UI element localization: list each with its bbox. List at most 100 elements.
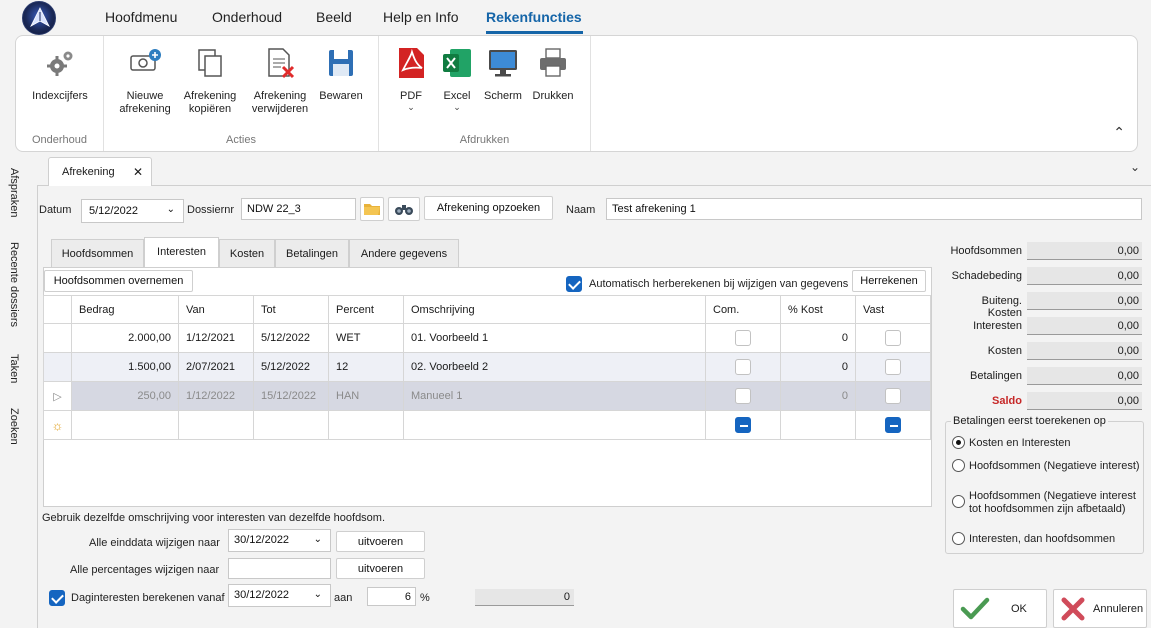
einddata-select[interactable]: 30/12/2022 ⌄ xyxy=(228,529,331,552)
cell-percent[interactable]: 12 xyxy=(328,352,404,382)
cell-kost[interactable] xyxy=(780,410,856,440)
cell-omschrijving[interactable] xyxy=(403,410,706,440)
annuleren-button[interactable]: Annuleren xyxy=(1053,589,1147,628)
table-row-selected[interactable]: ▷ 250,00 1/12/2022 15/12/2022 HAN Manuee… xyxy=(43,381,931,411)
cell-kost[interactable]: 0 xyxy=(780,323,856,353)
chevron-down-icon[interactable]: ⌄ xyxy=(1130,160,1140,174)
vast-checkbox[interactable] xyxy=(885,388,901,404)
auto-herberekenen-checkbox[interactable] xyxy=(566,276,582,292)
sidetab-afspraken[interactable]: Afspraken xyxy=(8,168,20,218)
cell-vast[interactable] xyxy=(855,323,931,353)
table-row[interactable]: 1.500,00 2/07/2021 5/12/2022 12 02. Voor… xyxy=(43,352,931,382)
close-icon[interactable]: ✕ xyxy=(133,165,143,179)
tab-betalingen[interactable]: Betalingen xyxy=(275,239,349,267)
cell-percent[interactable] xyxy=(328,410,404,440)
afrekening-verwijderen-button[interactable]: Afrekening verwijderen xyxy=(247,46,313,116)
vast-checkbox[interactable] xyxy=(885,359,901,375)
sidetab-zoeken[interactable]: Zoeken xyxy=(8,408,20,445)
column-van[interactable]: Van xyxy=(178,295,254,324)
cell-van[interactable]: 1/12/2021 xyxy=(178,323,254,353)
cell-percent[interactable]: HAN xyxy=(328,381,404,411)
cell-omschrijving[interactable]: 01. Voorbeeld 1 xyxy=(403,323,706,353)
cell-van[interactable]: 2/07/2021 xyxy=(178,352,254,382)
collapse-ribbon-icon[interactable]: ⌃ xyxy=(1113,124,1125,141)
daginteresten-select[interactable]: 30/12/2022 ⌄ xyxy=(228,584,331,607)
drukken-button[interactable]: Drukken xyxy=(529,46,577,103)
herrekenen-button[interactable]: Herrekenen xyxy=(852,270,926,292)
percentages-uitvoeren-button[interactable]: uitvoeren xyxy=(336,558,425,579)
cell-tot[interactable]: 5/12/2022 xyxy=(253,352,329,382)
com-checkbox[interactable] xyxy=(735,359,751,375)
cell-com[interactable] xyxy=(705,352,781,382)
table-row[interactable]: 2.000,00 1/12/2021 5/12/2022 WET 01. Voo… xyxy=(43,323,931,353)
document-tab-afrekening[interactable]: Afrekening ✕ xyxy=(48,157,152,186)
aan-field[interactable]: 6 xyxy=(367,587,416,606)
tab-kosten[interactable]: Kosten xyxy=(219,239,275,267)
open-folder-button[interactable] xyxy=(360,197,384,221)
app-logo[interactable] xyxy=(22,1,56,35)
cell-com[interactable] xyxy=(705,381,781,411)
cell-com[interactable] xyxy=(705,323,781,353)
binoculars-button[interactable] xyxy=(388,197,420,221)
cell-tot[interactable] xyxy=(253,410,329,440)
radio-hoofdsommen-negatief[interactable] xyxy=(952,459,965,472)
tab-interesten[interactable]: Interesten xyxy=(144,237,219,268)
cell-omschrijving[interactable]: 02. Voorbeeld 2 xyxy=(403,352,706,382)
dossiernr-field[interactable]: NDW 22_3 xyxy=(241,198,356,220)
cell-tot[interactable]: 5/12/2022 xyxy=(253,323,329,353)
cell-van[interactable] xyxy=(178,410,254,440)
cell-kost[interactable]: 0 xyxy=(780,381,856,411)
cell-bedrag[interactable]: 1.500,00 xyxy=(71,352,179,382)
cell-bedrag[interactable]: 2.000,00 xyxy=(71,323,179,353)
sidetab-taken[interactable]: Taken xyxy=(8,354,20,383)
excel-button[interactable]: Excel ⌄ xyxy=(437,46,477,112)
naam-field[interactable]: Test afrekening 1 xyxy=(606,198,1142,220)
menu-beeld[interactable]: Beeld xyxy=(316,9,352,25)
cell-van[interactable]: 1/12/2022 xyxy=(178,381,254,411)
com-checkbox[interactable] xyxy=(735,417,751,433)
percentages-field[interactable] xyxy=(228,558,331,579)
cell-tot[interactable]: 15/12/2022 xyxy=(253,381,329,411)
ok-button[interactable]: OK xyxy=(953,589,1047,628)
indexcijfers-button[interactable]: Indexcijfers xyxy=(28,46,92,103)
afrekening-kopieren-button[interactable]: Afrekening kopiëren xyxy=(182,46,238,116)
radio-hoofdsommen-afbetaald[interactable] xyxy=(952,495,965,508)
bewaren-button[interactable]: Bewaren xyxy=(316,46,366,103)
radio-interesten-hoofdsommen[interactable] xyxy=(952,532,965,545)
cell-percent[interactable]: WET xyxy=(328,323,404,353)
afrekening-opzoeken-button[interactable]: Afrekening opzoeken xyxy=(424,196,553,220)
column-bedrag[interactable]: Bedrag xyxy=(71,295,179,324)
column-omschrijving[interactable]: Omschrijving xyxy=(403,295,706,324)
column-vast[interactable]: Vast xyxy=(855,295,931,324)
hoofdsommen-overnemen-button[interactable]: Hoofdsommen overnemen xyxy=(44,270,193,292)
pdf-button[interactable]: PDF ⌄ xyxy=(391,46,431,112)
vast-checkbox[interactable] xyxy=(885,330,901,346)
cell-com[interactable] xyxy=(705,410,781,440)
cell-omschrijving[interactable]: Manueel 1 xyxy=(403,381,706,411)
einddata-uitvoeren-button[interactable]: uitvoeren xyxy=(336,531,425,552)
menu-rekenfuncties[interactable]: Rekenfuncties xyxy=(486,9,582,25)
cell-vast[interactable] xyxy=(855,352,931,382)
column-kost[interactable]: % Kost xyxy=(780,295,856,324)
com-checkbox[interactable] xyxy=(735,330,751,346)
tab-andere-gegevens[interactable]: Andere gegevens xyxy=(349,239,459,267)
scherm-button[interactable]: Scherm xyxy=(483,46,523,103)
column-percent[interactable]: Percent xyxy=(328,295,404,324)
cell-kost[interactable]: 0 xyxy=(780,352,856,382)
vast-checkbox[interactable] xyxy=(885,417,901,433)
new-row[interactable]: ☼ xyxy=(43,410,931,440)
cell-bedrag[interactable] xyxy=(71,410,179,440)
column-com[interactable]: Com. xyxy=(705,295,781,324)
cell-vast[interactable] xyxy=(855,381,931,411)
daginteresten-checkbox[interactable] xyxy=(49,590,65,606)
sidetab-recente-dossiers[interactable]: Recente dossiers xyxy=(8,242,20,327)
nieuwe-afrekening-button[interactable]: Nieuwe afrekening xyxy=(112,46,178,116)
cell-vast[interactable] xyxy=(855,410,931,440)
menu-hoofdmenu[interactable]: Hoofdmenu xyxy=(105,9,177,25)
datum-select[interactable]: 5/12/2022 ⌄ xyxy=(81,199,184,223)
menu-onderhoud[interactable]: Onderhoud xyxy=(212,9,282,25)
com-checkbox[interactable] xyxy=(735,388,751,404)
tab-hoofdsommen[interactable]: Hoofdsommen xyxy=(51,239,144,267)
menu-help[interactable]: Help en Info xyxy=(383,9,459,25)
column-tot[interactable]: Tot xyxy=(253,295,329,324)
